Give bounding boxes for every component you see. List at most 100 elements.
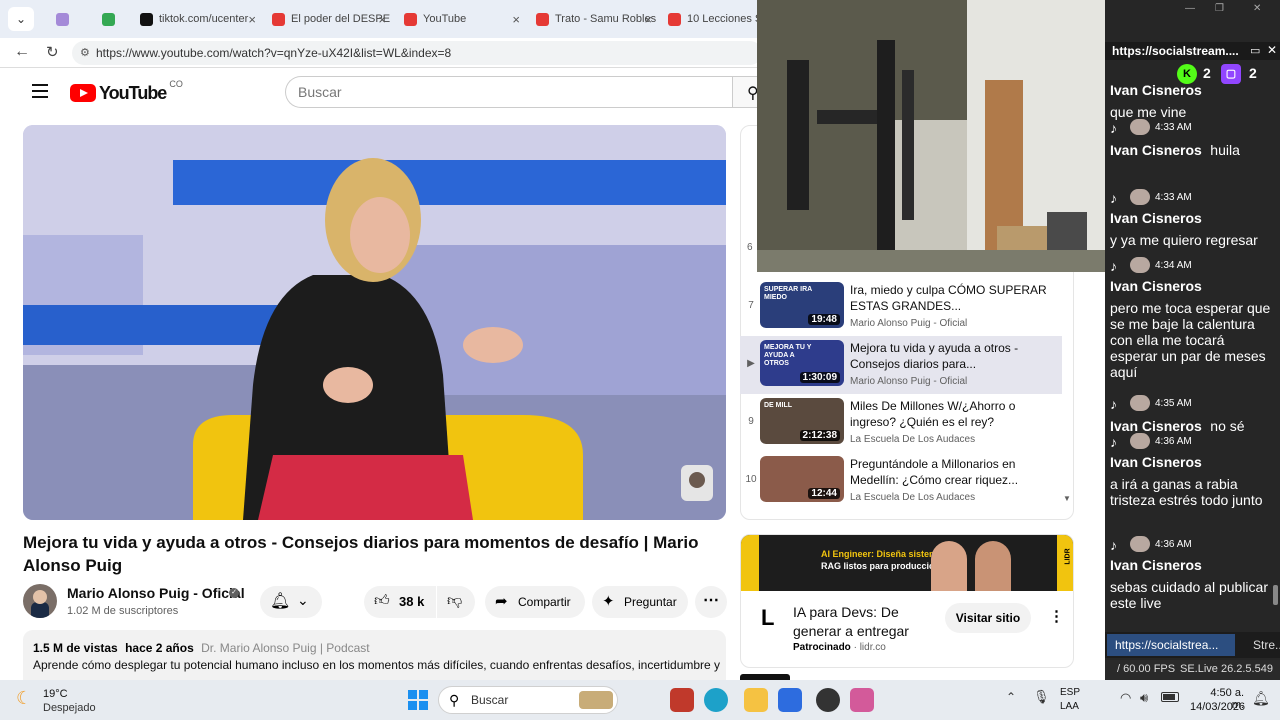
playlist-item-channel[interactable]: Mario Alonso Puig - Oficial: [850, 318, 967, 329]
taskbar-search[interactable]: ⚲ Buscar: [438, 686, 618, 714]
ad-card[interactable]: LIDR AI Engineer: Diseña sistemas RAG li…: [740, 534, 1074, 668]
edge-icon[interactable]: [704, 688, 728, 712]
tab-list-button[interactable]: ⌄: [8, 7, 34, 31]
thumbs-down-icon: 👎︎: [447, 592, 463, 609]
ad-logo: L: [761, 605, 775, 630]
app-icon-chat[interactable]: [850, 688, 874, 712]
ad-more-icon[interactable]: ⋮: [1049, 607, 1064, 625]
ad-person-2: [975, 541, 1011, 591]
restore-icon[interactable]: ❐: [1215, 3, 1224, 14]
app-icon-shield[interactable]: [670, 688, 694, 712]
thumbnail-caption: DE MILL: [764, 402, 792, 409]
taskbar-search-placeholder: Buscar: [471, 693, 509, 707]
playlist-item-channel[interactable]: La Escuela De Los Audaces: [850, 434, 975, 445]
clock-date[interactable]: 14/03/2026: [1190, 701, 1245, 713]
tab-close-icon[interactable]: ×: [644, 12, 652, 27]
menu-icon[interactable]: [32, 84, 48, 98]
file-explorer-icon[interactable]: [744, 688, 768, 712]
playlist-item[interactable]: 9 DE MILL 2:12:38 Miles De Millones W/¿Ahor…: [740, 394, 1062, 452]
start-button[interactable]: [408, 690, 428, 710]
tab-1[interactable]: [50, 4, 90, 34]
playlist-item-channel[interactable]: La Escuela De Los Audaces: [850, 492, 975, 503]
tiktok-icon: ♪: [1110, 120, 1117, 136]
tab-lecciones[interactable]: 10 Lecciones So: [662, 4, 757, 34]
playlist-item[interactable]: 7 SUPERAR IRA MIEDO 19:48 Ira, miedo y culp…: [740, 278, 1062, 336]
playlist-item-title[interactable]: Mejora tu vida y ayuda a otros - Consejo…: [850, 340, 1055, 374]
tiktok-icon: ♪: [1110, 258, 1117, 274]
chat-username: Ivan Cisneros: [1110, 454, 1202, 470]
youtube-logo[interactable]: YouTube CO: [70, 79, 183, 104]
window-controls: — ❐ ✕: [1105, 0, 1280, 20]
minimize-icon[interactable]: —: [1185, 3, 1195, 14]
dot-separator: ·: [853, 642, 857, 653]
tab-2[interactable]: [96, 4, 132, 34]
battery-icon[interactable]: [1161, 692, 1179, 702]
language-code[interactable]: ESP: [1060, 687, 1080, 698]
share-icon: ➦: [495, 593, 508, 610]
ad-banner[interactable]: LIDR AI Engineer: Diseña sistemas RAG li…: [741, 535, 1073, 591]
obs-icon[interactable]: [816, 688, 840, 712]
fps-readout: / 60.00 FPS: [1117, 663, 1176, 675]
ask-button[interactable]: ✦ Preguntar: [592, 586, 688, 618]
weather-temp[interactable]: 19°C: [43, 688, 68, 700]
video-player[interactable]: [23, 125, 726, 520]
upload-age: hace 2 años: [125, 641, 194, 655]
tab-poder[interactable]: El poder del DESPE ×: [266, 4, 392, 34]
microphone-icon[interactable]: 🎙︎: [1033, 689, 1050, 705]
volume-icon[interactable]: 🔊︎: [1140, 690, 1148, 706]
chat-timestamp: 4:35 AM: [1155, 398, 1192, 409]
chat-menu-icon[interactable]: ▭: [1250, 44, 1260, 57]
user-avatar: [1130, 433, 1150, 449]
playlist-item[interactable]: ▶ MEJORA TU Y AYUDA A OTROS 1:30:09 Mejora …: [740, 336, 1062, 394]
footer-tab-socialstream[interactable]: https://socialstrea...: [1107, 634, 1235, 656]
close-window-icon[interactable]: ✕: [1253, 3, 1261, 14]
playlist-item-title[interactable]: Preguntándole a Millonarios en Medellín:…: [850, 456, 1055, 490]
tab-favicon: [56, 12, 69, 26]
share-button[interactable]: ➦ Compartir: [485, 586, 585, 618]
like-button[interactable]: 👍︎ 38 k: [364, 586, 436, 618]
channel-avatar[interactable]: [23, 584, 57, 618]
reload-icon[interactable]: ↻: [46, 43, 59, 61]
tab-close-icon[interactable]: ×: [248, 12, 256, 27]
notification-icon[interactable]: 🔔︎: [1252, 690, 1270, 707]
ad-domain: lidr.co: [859, 642, 886, 653]
chevron-down-icon: ⌄: [297, 592, 309, 608]
visit-site-button[interactable]: Visitar sitio: [945, 603, 1031, 633]
tab-tiktok[interactable]: tiktok.com/ucenter ×: [134, 4, 262, 34]
duration-badge: 12:44: [808, 488, 840, 499]
tab-close-icon[interactable]: ×: [378, 12, 386, 27]
tab-trato[interactable]: Trato - Samu Robles ×: [530, 4, 658, 34]
chat-footer-tabs: https://socialstrea... Stre...: [1105, 632, 1280, 658]
playlist-item-title[interactable]: Miles De Millones W/¿Ahorro o ingreso? ¿…: [850, 398, 1055, 432]
channel-name[interactable]: Mario Alonso Puig - Oficial: [67, 585, 245, 601]
footer-tab-stream[interactable]: Stre...: [1239, 634, 1280, 656]
playlist-item[interactable]: 10 12:44 Preguntándole a Millonarios en Me…: [740, 452, 1062, 510]
playlist-item-channel[interactable]: Mario Alonso Puig - Oficial: [850, 376, 967, 387]
sponsored-label: Patrocinado: [793, 642, 851, 653]
tab-close-icon[interactable]: ×: [512, 12, 520, 27]
weather-condition: Despejado: [43, 702, 96, 714]
ad-title[interactable]: IA para Devs: De generar a entregar: [793, 603, 933, 641]
tab-youtube[interactable]: YouTube ×: [398, 4, 526, 34]
more-actions-button[interactable]: ⋯: [695, 586, 727, 618]
url-field[interactable]: ⚙ https://www.youtube.com/watch?v=qnYze-u…: [72, 41, 762, 65]
chat-close-icon[interactable]: ✕: [1267, 43, 1277, 57]
chat-scrollbar[interactable]: [1273, 585, 1278, 605]
tray-overflow-icon[interactable]: ⌃: [1006, 690, 1016, 704]
store-icon[interactable]: [778, 688, 802, 712]
back-arrow-icon[interactable]: ←: [14, 43, 30, 61]
tiktok-icon: ♪: [1110, 190, 1117, 206]
wifi-icon[interactable]: ◠: [1120, 690, 1131, 706]
dislike-button[interactable]: 👎︎: [437, 586, 475, 618]
chat-timestamp: 4:34 AM: [1155, 260, 1192, 271]
description-box[interactable]: 1.5 M de vistas hace 2 años Dr. Mario Al…: [23, 630, 726, 680]
keyboard-layout[interactable]: LAA: [1060, 701, 1079, 712]
search-input[interactable]: Buscar: [285, 76, 732, 108]
playlist-item-title[interactable]: Ira, miedo y culpa CÓMO SUPERAR ESTAS GR…: [850, 282, 1055, 316]
tiktok-icon: ♪: [1110, 396, 1117, 412]
subscribed-button[interactable]: 🔔︎ ⌄: [260, 586, 322, 618]
site-info-icon[interactable]: ⚙: [80, 41, 90, 65]
video-tags[interactable]: Dr. Mario Alonso Puig | Podcast: [201, 641, 370, 655]
weather-icon[interactable]: ☾: [16, 688, 32, 709]
search-icon: ⚲: [449, 692, 460, 708]
